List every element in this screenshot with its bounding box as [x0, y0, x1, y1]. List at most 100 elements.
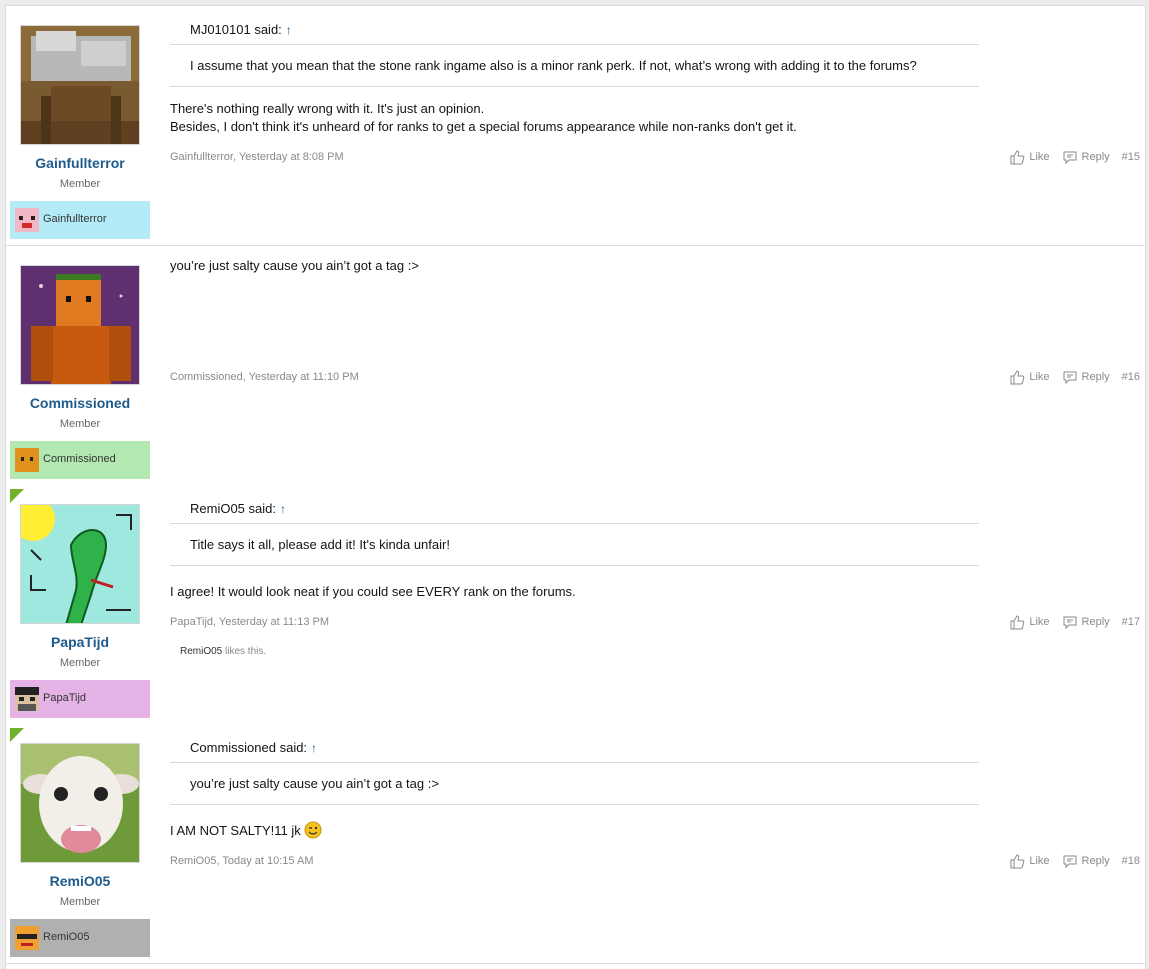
post-actions: Like Reply #17 [997, 614, 1140, 630]
wink-smiley-icon [304, 821, 322, 839]
orange-block-face-icon [15, 448, 39, 472]
post-content: you’re just salty cause you ain’t got a … [170, 246, 1140, 485]
message-text: I AM NOT SALTY!11 jk [170, 823, 301, 838]
thumbs-up-icon [1010, 615, 1025, 630]
message-line: I AM NOT SALTY!11 jk [170, 821, 322, 840]
speech-bubble-icon [1063, 371, 1077, 385]
quote-text: I assume that you mean that the stone ra… [170, 45, 979, 87]
tag-label: PapaTijd [43, 692, 87, 704]
quote-block: RemiO05 said: ↑ Title says it all, please… [170, 497, 979, 566]
user-title: Member [59, 657, 101, 669]
reply-label: Reply [1081, 855, 1110, 867]
like-label: Like [1029, 151, 1050, 163]
post-number[interactable]: #17 [1122, 616, 1140, 628]
message-line: Besides, I don't think it's unheard of f… [170, 119, 797, 134]
tag-label: Commissioned [43, 453, 116, 465]
post-actions: Like Reply #18 [997, 853, 1140, 869]
post: Commissioned Member Commissioned you’re … [6, 246, 1145, 486]
user-tag: PapaTijd [10, 680, 150, 718]
quote-block: Commissioned said: ↑ you’re just salty ca… [170, 736, 979, 805]
quote-jump-link[interactable]: ↑ [286, 23, 292, 37]
message-body: I agree! It would look neat if you could… [170, 583, 576, 601]
quote-text: you’re just salty cause you ain’t got a … [170, 763, 979, 805]
quote-jump-link[interactable]: ↑ [280, 502, 286, 516]
user-title: Member [59, 418, 101, 430]
message-body: I AM NOT SALTY!11 jk [170, 821, 322, 840]
speech-bubble-icon [1063, 855, 1077, 869]
avatar-image [21, 505, 139, 623]
username[interactable]: Commissioned [6, 395, 154, 411]
user-tag: Gainfullterror [10, 201, 150, 239]
likes-summary: RemiO05 likes this. [180, 646, 266, 657]
thumbs-up-icon [1010, 370, 1025, 385]
post-meta[interactable]: Commissioned, Yesterday at 11:10 PM [170, 371, 359, 383]
like-button[interactable]: Like [1009, 853, 1050, 869]
avatar[interactable] [20, 265, 140, 385]
user-info: PapaTijd Member PapaTijd [6, 485, 156, 724]
thread-container: Gainfullterror Member Gainfullterror MJ0… [5, 5, 1146, 969]
likes-suffix: likes this. [222, 646, 267, 657]
quote-attribution: Commissioned said: ↑ [170, 736, 979, 763]
tag-label: Gainfullterror [43, 213, 107, 225]
quote-author: MJ010101 said: [190, 22, 282, 37]
user-title: Member [59, 178, 101, 190]
quote-author: RemiO05 said: [190, 501, 276, 516]
message-line: you’re just salty cause you ain’t got a … [170, 258, 419, 273]
user-tag: RemiO05 [10, 919, 150, 957]
reply-button[interactable]: Reply [1062, 369, 1110, 385]
post-content: Commissioned said: ↑ you’re just salty ca… [170, 724, 1140, 963]
reply-button[interactable]: Reply [1062, 149, 1110, 165]
liker-link[interactable]: RemiO05 [180, 646, 222, 657]
username[interactable]: RemiO05 [6, 873, 154, 889]
avatar[interactable] [20, 743, 140, 863]
speech-bubble-icon [1063, 151, 1077, 165]
reply-button[interactable]: Reply [1062, 614, 1110, 630]
avatar[interactable] [20, 504, 140, 624]
post-meta[interactable]: Gainfullterror, Yesterday at 8:08 PM [170, 151, 344, 163]
post-content: MJ010101 said: ↑ I assume that you mean t… [170, 6, 1140, 245]
post-number[interactable]: #15 [1122, 151, 1140, 163]
post-actions: Like Reply #15 [997, 149, 1140, 165]
like-button[interactable]: Like [1009, 369, 1050, 385]
post: PapaTijd Member PapaTijd RemiO05 said: ↑ … [6, 485, 1145, 725]
reply-label: Reply [1081, 616, 1110, 628]
quote-jump-link[interactable]: ↑ [311, 741, 317, 755]
speech-bubble-icon [1063, 616, 1077, 630]
pig-face-icon [15, 208, 39, 232]
post-number[interactable]: #18 [1122, 855, 1140, 867]
user-info: Commissioned Member Commissioned [6, 246, 156, 485]
quote-block: MJ010101 said: ↑ I assume that you mean t… [170, 18, 979, 87]
message-line: There's nothing really wrong with it. It… [170, 101, 485, 116]
quote-attribution: RemiO05 said: ↑ [170, 497, 979, 524]
username[interactable]: PapaTijd [6, 634, 154, 650]
user-title: Member [59, 896, 101, 908]
like-button[interactable]: Like [1009, 614, 1050, 630]
like-label: Like [1029, 616, 1050, 628]
like-label: Like [1029, 855, 1050, 867]
like-button[interactable]: Like [1009, 149, 1050, 165]
avatar[interactable] [20, 25, 140, 145]
post-meta[interactable]: RemiO05, Today at 10:15 AM [170, 855, 314, 867]
quote-author: Commissioned said: [190, 740, 308, 755]
quote-attribution: MJ010101 said: ↑ [170, 18, 979, 45]
post: Gainfullterror Member Gainfullterror MJ0… [6, 6, 1145, 246]
skin-face-icon [15, 687, 39, 711]
user-tag: Commissioned [10, 441, 150, 479]
post-content: RemiO05 said: ↑ Title says it all, please… [170, 485, 1140, 724]
quote-text: Title says it all, please add it! It's k… [170, 524, 979, 566]
post: RemiO05 Member RemiO05 Commissioned said… [6, 724, 1145, 964]
reply-label: Reply [1081, 371, 1110, 383]
user-info: Gainfullterror Member Gainfullterror [6, 6, 156, 245]
message-body: There's nothing really wrong with it. It… [170, 100, 797, 136]
post-number[interactable]: #16 [1122, 371, 1140, 383]
user-info: RemiO05 Member RemiO05 [6, 724, 156, 963]
reply-button[interactable]: Reply [1062, 853, 1110, 869]
post-meta[interactable]: PapaTijd, Yesterday at 11:13 PM [170, 616, 329, 628]
post-actions: Like Reply #16 [997, 369, 1140, 385]
thumbs-up-icon [1010, 854, 1025, 869]
avatar-image [21, 26, 139, 144]
thumbs-up-icon [1010, 150, 1025, 165]
sunglasses-face-icon [15, 926, 39, 950]
username[interactable]: Gainfullterror [6, 155, 154, 171]
message-body: you’re just salty cause you ain’t got a … [170, 257, 419, 275]
